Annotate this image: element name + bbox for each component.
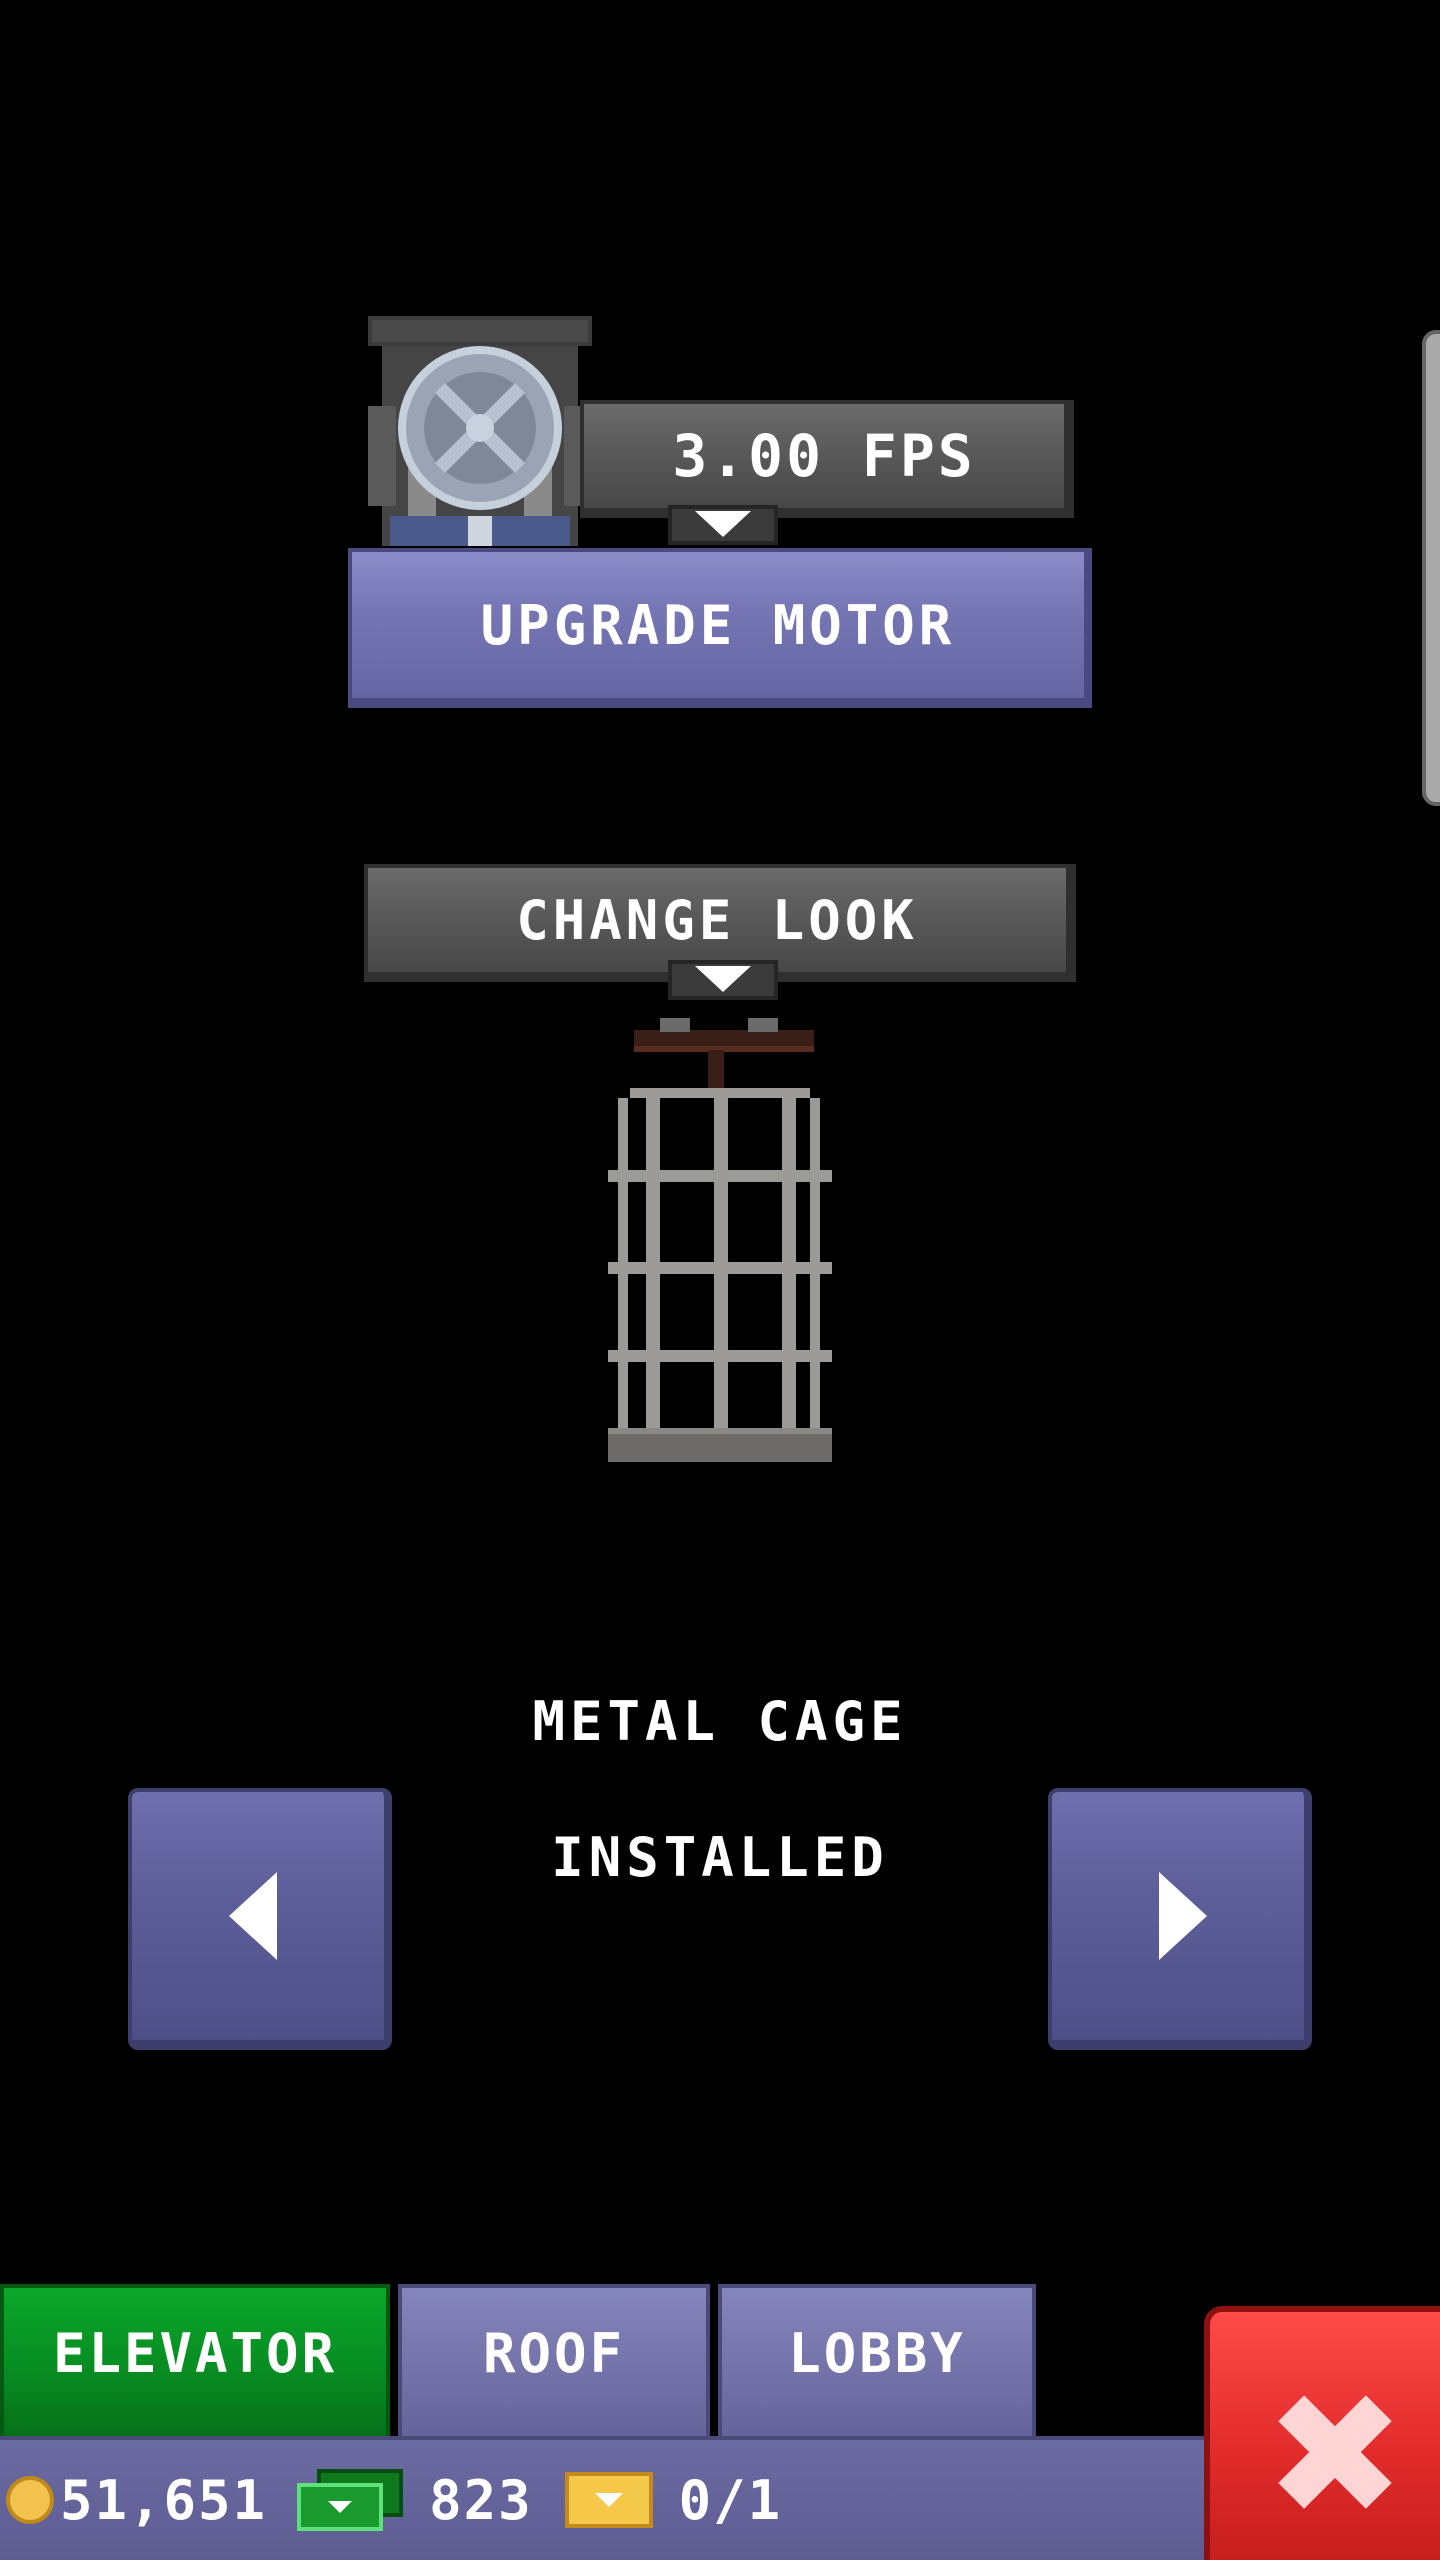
item-name: METAL CAGE: [532, 1690, 908, 1753]
coin-count: 51,651: [60, 2468, 268, 2532]
motor-speed-label: 3.00 FPS: [580, 400, 1074, 518]
tab-lobby-label: LOBBY: [788, 2321, 966, 2385]
arrow-right-icon: [1159, 1872, 1207, 1960]
motor-speed-text: 3.00 FPS: [672, 422, 976, 490]
close-button[interactable]: ✖: [1204, 2306, 1440, 2560]
bux-icon: [297, 2469, 404, 2531]
close-icon: ✖: [1263, 2357, 1407, 2555]
item-status: INSTALLED: [551, 1826, 889, 1889]
speed-pointer-icon: [668, 505, 778, 545]
upgrade-motor-label: UPGRADE MOTOR: [480, 593, 956, 657]
coin-icon: [6, 2476, 54, 2524]
coin-counter: 51,651: [6, 2469, 267, 2532]
arrow-left-icon: [229, 1872, 277, 1960]
change-look-text: CHANGE LOOK: [516, 888, 918, 952]
upgrade-motor-button[interactable]: UPGRADE MOTOR: [348, 548, 1092, 708]
motor-wheel-icon: [368, 316, 592, 546]
tab-roof-label: ROOF: [482, 2321, 626, 2385]
tab-lobby[interactable]: LOBBY: [718, 2284, 1036, 2440]
side-drawer-handle[interactable]: [1422, 330, 1440, 806]
vip-count: 0/1: [678, 2468, 783, 2532]
vip-ticket-icon: [564, 2472, 653, 2528]
bux-counter: 823: [297, 2469, 533, 2532]
tab-roof[interactable]: ROOF: [398, 2284, 710, 2440]
metal-cage-icon: [608, 1018, 832, 1462]
bux-count: 823: [429, 2468, 533, 2532]
look-pointer-icon: [668, 960, 778, 1000]
tab-elevator[interactable]: ELEVATOR: [0, 2284, 390, 2440]
vip-counter: 0/1: [564, 2468, 783, 2532]
previous-look-button[interactable]: [128, 1788, 392, 2050]
tab-elevator-label: ELEVATOR: [52, 2321, 338, 2385]
next-look-button[interactable]: [1048, 1788, 1312, 2050]
